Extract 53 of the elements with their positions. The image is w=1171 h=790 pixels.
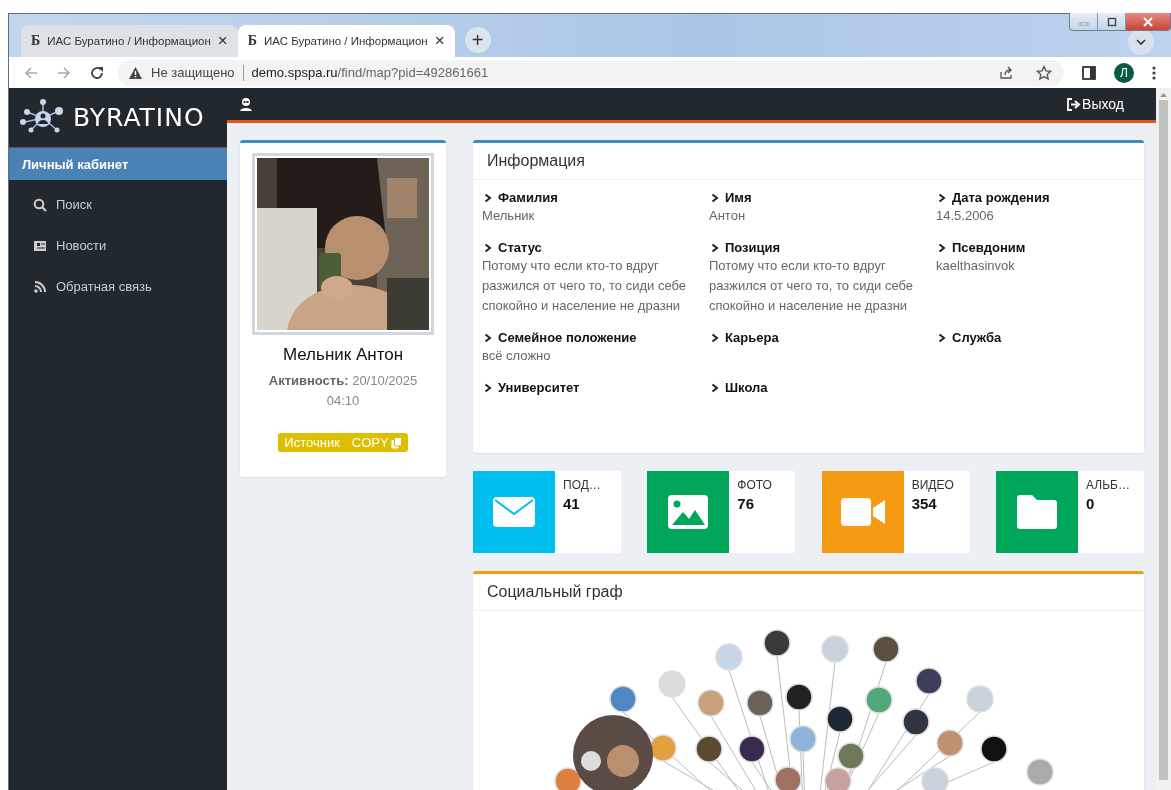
close-icon[interactable]: × — [217, 31, 228, 51]
profile-name: Мельник Антон — [282, 345, 404, 365]
logo-text: BYRATINO — [73, 103, 205, 132]
favicon: Б — [31, 33, 41, 49]
stat-count: 354 — [911, 495, 938, 512]
activity-text: Активность: 20/10/2025 04:10 — [267, 372, 419, 410]
field-label: Имя — [709, 190, 920, 205]
new-tab-button[interactable]: + — [464, 27, 491, 53]
stat-label: ВИДЕО — [911, 478, 954, 492]
profile-avatar[interactable]: Л — [1114, 62, 1134, 83]
stat-label: ФОТО — [737, 478, 772, 492]
sidebar-item[interactable]: Новости — [9, 225, 227, 266]
stat-label: ПОД… — [563, 478, 601, 492]
field-value: Потому что если кто-то вдруг разжился от чего то, то сиди себе спокойно и население не дразни — [482, 257, 688, 315]
address-bar[interactable]: Не защищено demo.spspa.ru/find/map?pid=492861661 — [118, 59, 1064, 86]
field-label: Псевдоним — [936, 240, 1119, 255]
tab-title: ИАС Буратино / Информацион — [264, 35, 428, 47]
stat-count: 0 — [1086, 495, 1096, 512]
field-label: Служба — [936, 330, 1119, 345]
security-label: Не защищено — [151, 65, 235, 80]
field-label: Фамилия — [482, 190, 693, 205]
stat-card[interactable]: ФОТО 76 — [647, 471, 796, 553]
field-label: Карьера — [709, 330, 920, 345]
sidebar-item[interactable]: Личный кабинет — [9, 148, 227, 180]
field-value: Потому что если кто-то вдруг разжился от чего то, то сиди себе спокойно и население не дразни — [709, 257, 915, 315]
sidebar-item[interactable]: Обратная связь — [9, 266, 227, 307]
url-text: demo.spspa.ru/find/map?pid=492861661 — [251, 65, 489, 80]
logout-link[interactable]: Выход — [1067, 96, 1124, 112]
stat-card[interactable]: ПОД… 41 — [473, 471, 621, 553]
stat-card[interactable]: ВИДЕО 354 — [821, 471, 970, 553]
tab-title: ИАС Буратино / Информацион — [47, 35, 211, 47]
field-value: всё сложно — [482, 347, 552, 365]
field-label: Статус — [482, 240, 693, 255]
browser-tab[interactable]: Б ИАС Буратино / Информацион × — [237, 25, 455, 57]
stat-card[interactable]: АЛЬБ… 0 — [996, 471, 1144, 553]
field-label: Университет — [482, 380, 693, 395]
favicon: Б — [247, 33, 258, 49]
field-label: Школа — [709, 380, 920, 395]
card-title: Социальный граф — [473, 574, 1144, 611]
field-value: kaelthasinvok — [936, 257, 1016, 275]
sidebar-item[interactable]: Поиск — [9, 184, 227, 225]
field-label: Семейное положение — [482, 330, 693, 345]
field-value: Мельник — [482, 207, 536, 225]
stat-count: 76 — [737, 495, 755, 512]
stat-count: 41 — [563, 495, 581, 512]
stat-label: АЛЬБ… — [1086, 478, 1130, 492]
browser-tab[interactable]: Б ИАС Буратино / Информацион × — [21, 25, 238, 57]
field-label: Позиция — [709, 240, 920, 255]
field-value: 14.5.2006 — [936, 207, 995, 225]
field-value: Антон — [709, 207, 747, 225]
field-label: Дата рождения — [936, 190, 1119, 205]
card-title: Информация — [473, 143, 1144, 180]
close-icon[interactable]: × — [434, 31, 445, 51]
